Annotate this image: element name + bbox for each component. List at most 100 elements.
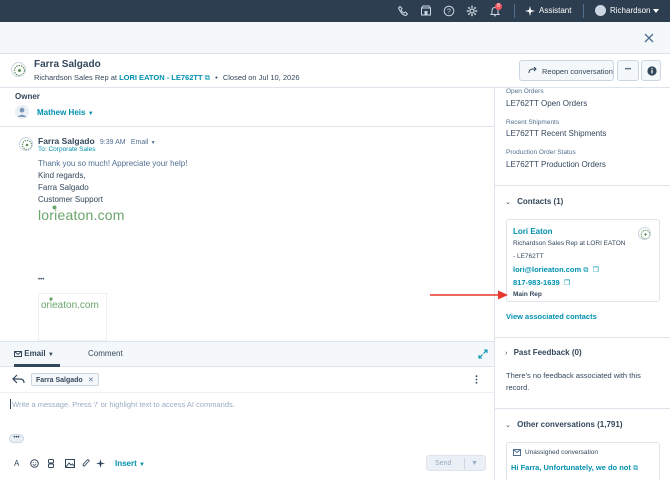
more-actions-button[interactable]: ••• bbox=[617, 60, 639, 81]
chevron-down-icon: ⌄ bbox=[505, 199, 511, 206]
tab-email-label: Email bbox=[24, 349, 46, 358]
contact-role-tag: Main Rep bbox=[513, 291, 542, 298]
info-button[interactable] bbox=[641, 60, 661, 81]
reply-icon[interactable] bbox=[12, 374, 25, 384]
logo-leaf-icon bbox=[49, 297, 53, 301]
chevron-down-icon: ▼ bbox=[139, 462, 145, 468]
production-status-value: LE762TT Production Orders bbox=[506, 160, 606, 169]
right-sidebar: Open Orders LE762TT Open Orders Recent S… bbox=[494, 88, 670, 480]
panel-close-bar bbox=[0, 22, 670, 54]
nav-divider bbox=[583, 4, 584, 18]
ai-sparkle-icon[interactable] bbox=[96, 459, 105, 468]
phone-icon[interactable] bbox=[397, 5, 409, 17]
vertical-more-icon[interactable] bbox=[475, 375, 478, 384]
chevron-down-icon: ▼ bbox=[87, 111, 94, 117]
account-menu[interactable]: Richardson bbox=[610, 6, 650, 15]
past-feedback-title: Past Feedback (0) bbox=[513, 348, 582, 357]
production-status-label: Production Order Status bbox=[506, 149, 576, 156]
message-meta: Farra Salgado 9:39 AM Email ▼ bbox=[38, 136, 156, 146]
send-button[interactable]: Send bbox=[435, 460, 451, 467]
past-feedback-toggle[interactable]: › Past Feedback (0) bbox=[505, 348, 582, 357]
contact-avatar bbox=[11, 62, 26, 77]
company-link[interactable]: LORI EATON - LE762TT bbox=[119, 73, 202, 82]
external-link-icon[interactable]: ⧉ bbox=[583, 267, 588, 274]
envelope-icon bbox=[14, 350, 22, 357]
chevron-down-icon: ▼ bbox=[47, 352, 54, 358]
assistant-button[interactable]: Assistant bbox=[539, 6, 571, 15]
subtitle-prefix: Richardson Sales Rep at bbox=[34, 73, 117, 82]
insert-label: Insert bbox=[115, 459, 137, 468]
tab-email[interactable]: Email ▼ bbox=[14, 349, 54, 358]
to-line[interactable]: To: Corporate Sales bbox=[38, 146, 95, 153]
message-line: Kind regards, bbox=[38, 171, 86, 180]
text-format-icon[interactable]: A bbox=[14, 459, 19, 468]
leaf-logo-icon bbox=[13, 64, 25, 76]
image-icon[interactable] bbox=[65, 459, 75, 468]
logo-leaf-icon bbox=[52, 205, 57, 210]
open-orders-value: LE762TT Open Orders bbox=[506, 99, 588, 108]
help-icon[interactable]: ? bbox=[443, 5, 455, 17]
divider bbox=[0, 126, 494, 127]
message-input[interactable]: Write a message. Press '/' or highlight … bbox=[12, 400, 235, 409]
divider bbox=[495, 185, 670, 186]
contact-subtitle: Richardson Sales Rep at LORI EATON - LE7… bbox=[34, 73, 300, 82]
contact-card: Lori Eaton Richardson Sales Rep at LORI … bbox=[506, 219, 660, 302]
composer-tabs: Email ▼ Comment bbox=[0, 341, 494, 367]
send-options-dropdown[interactable]: ▼ bbox=[471, 460, 478, 467]
copy-icon[interactable]: ❐ bbox=[593, 267, 599, 274]
open-orders-label: Open Orders bbox=[506, 88, 544, 95]
external-link-icon[interactable]: ⧉ bbox=[633, 465, 638, 472]
conversation-header: Farra Salgado Richardson Sales Rep at LO… bbox=[0, 54, 670, 88]
divider bbox=[495, 337, 670, 338]
envelope-icon bbox=[513, 449, 521, 456]
settings-gear-icon[interactable] bbox=[466, 5, 478, 17]
tab-comment[interactable]: Comment bbox=[88, 349, 123, 358]
expand-icon[interactable] bbox=[478, 349, 488, 359]
sender-avatar bbox=[19, 137, 33, 151]
quoted-logo-image: orieaton.com bbox=[38, 293, 107, 341]
attachment-icon[interactable] bbox=[82, 459, 90, 468]
user-avatar[interactable] bbox=[595, 5, 606, 16]
closed-date: Closed on Jul 10, 2026 bbox=[222, 73, 300, 82]
snippets-icon[interactable] bbox=[47, 459, 55, 468]
channel-dropdown[interactable]: Email bbox=[131, 139, 149, 146]
chevron-down-icon bbox=[653, 9, 659, 13]
conversation-card[interactable]: Unassigned conversation Hi Farra, Unfort… bbox=[506, 442, 660, 480]
emoji-icon[interactable] bbox=[30, 459, 39, 468]
other-conversations-toggle[interactable]: ⌄ Other conversations (1,791) bbox=[505, 420, 622, 429]
contacts-section-toggle[interactable]: ⌄ Contacts (1) bbox=[505, 197, 563, 206]
conversation-preview-row: Hi Farra, Unfortunately, we do not ⧉ bbox=[511, 463, 638, 473]
composer: Farra Salgado ✕ Write a message. Press '… bbox=[0, 367, 494, 480]
reopen-label: Reopen conversation bbox=[542, 67, 613, 76]
conversation-preview[interactable]: Hi Farra, Unfortunately, we do not bbox=[511, 463, 631, 472]
reopen-conversation-button[interactable]: Reopen conversation bbox=[519, 60, 614, 81]
contact-name[interactable]: Lori Eaton bbox=[513, 227, 553, 236]
owner-selector[interactable]: Mathew Heis ▼ bbox=[37, 108, 94, 117]
external-link-icon: ⧉ bbox=[204, 73, 210, 82]
quoted-logo-text: orieaton.com bbox=[41, 300, 99, 311]
recipient-name: Farra Salgado bbox=[36, 377, 83, 384]
contact-phone-row: 817-983-1639 ❐ bbox=[513, 278, 570, 287]
reopen-icon bbox=[528, 67, 537, 74]
owner-name: Mathew Heis bbox=[37, 108, 86, 117]
show-quoted-text-button[interactable]: ••• bbox=[38, 277, 44, 283]
close-icon[interactable] bbox=[644, 33, 654, 43]
contact-phone[interactable]: 817-983-1639 bbox=[513, 278, 560, 287]
message-line: Customer Support bbox=[38, 195, 103, 204]
insert-menu[interactable]: Insert ▼ bbox=[115, 459, 145, 468]
remove-recipient-icon[interactable]: ✕ bbox=[88, 377, 94, 384]
info-icon bbox=[647, 66, 657, 76]
marketplace-icon[interactable] bbox=[420, 5, 432, 17]
past-feedback-empty: There's no feedback associated with this… bbox=[506, 371, 641, 392]
view-associated-contacts-link[interactable]: View associated contacts bbox=[506, 312, 597, 321]
contact-email[interactable]: lori@lorieaton.com bbox=[513, 265, 581, 274]
copy-icon[interactable]: ❐ bbox=[564, 280, 570, 287]
sparkle-icon bbox=[525, 6, 535, 16]
notification-count-badge: 8 bbox=[495, 3, 502, 10]
snippet-more-button[interactable]: ••• bbox=[9, 434, 24, 443]
chevron-down-icon: ▼ bbox=[150, 140, 156, 146]
divider bbox=[464, 458, 465, 469]
recipient-chip[interactable]: Farra Salgado ✕ bbox=[31, 373, 99, 386]
contact-title: Richardson Sales Rep at LORI EATON bbox=[513, 240, 626, 247]
chevron-right-icon: › bbox=[505, 350, 508, 357]
